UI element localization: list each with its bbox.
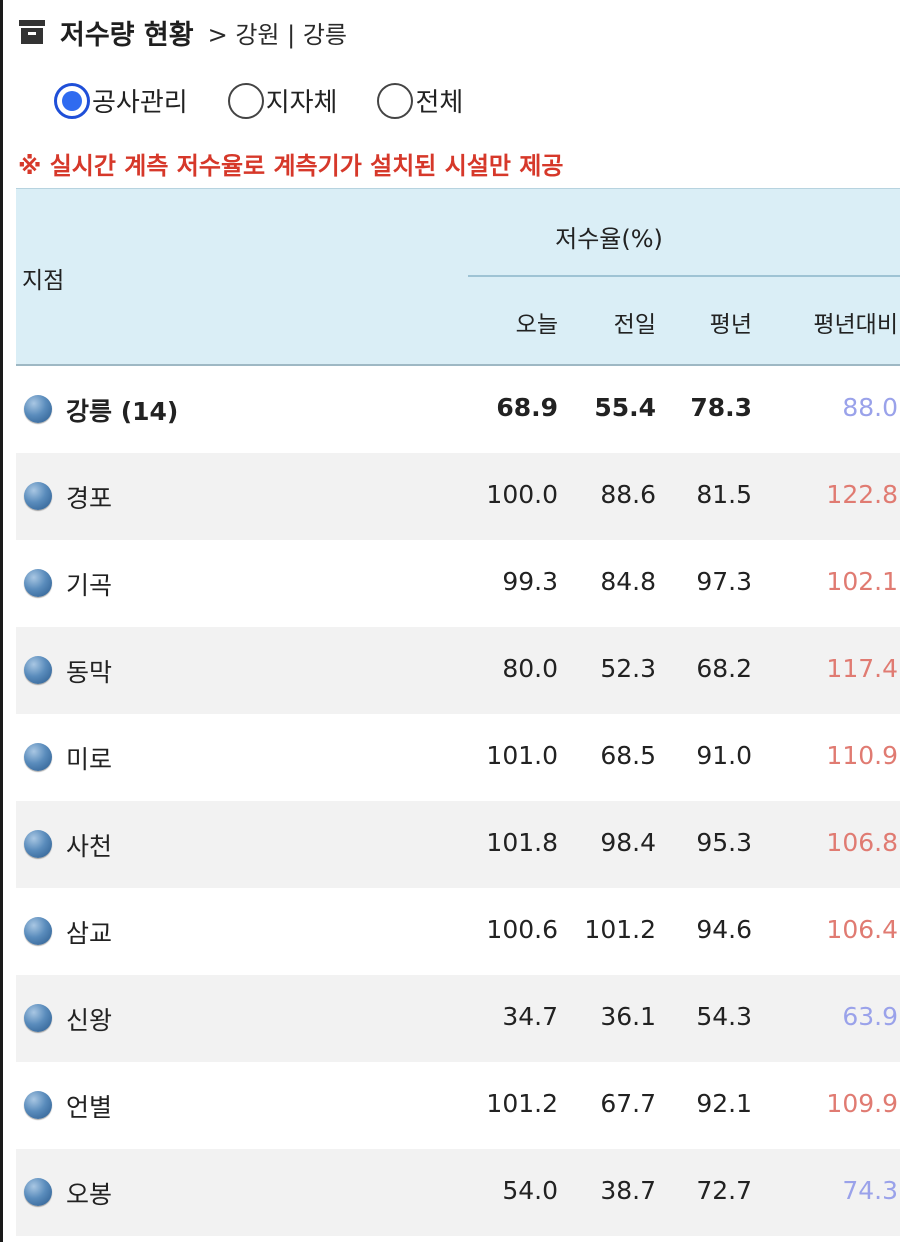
table-row[interactable]: 기곡 99.3 84.8 97.3 102.1 [16,540,900,627]
column-header-ratio: 평년대비 [813,312,898,338]
table-row[interactable]: 오봉 54.0 38.7 72.7 74.3 [16,1149,900,1236]
previous-day-value: 98.4 [600,828,656,857]
station-dot-icon [24,569,52,597]
ratio-value: 102.1 [826,567,898,596]
ratio-value: 74.3 [842,1176,898,1205]
previous-day-value: 67.7 [600,1089,656,1118]
ratio-value: 122.8 [826,480,898,509]
ratio-value: 110.9 [826,741,898,770]
normal-year-value: 92.1 [696,1089,752,1118]
station-dot-icon [24,830,52,858]
realtime-notice: ※ 실시간 계측 저수율로 계측기가 설치된 시설만 제공 [18,152,564,180]
previous-day-value: 88.6 [600,480,656,509]
page-header: 저수량 현황 > 강원 | 강릉 [18,8,347,56]
radio-option-kwater[interactable]: 공사관리 [54,82,188,119]
normal-year-value: 95.3 [696,828,752,857]
previous-day-value: 55.4 [594,393,656,422]
site-name: 삼교 [66,919,113,948]
column-group-header: 저수율(%) [468,189,900,277]
site-name: 미로 [66,745,113,774]
table-row[interactable]: 동막 80.0 52.3 68.2 117.4 [16,627,900,714]
station-dot-icon [24,743,52,771]
today-value: 101.2 [486,1089,558,1118]
radio-selected-icon[interactable] [54,82,90,119]
station-dot-icon [24,1091,52,1119]
previous-day-value: 36.1 [600,1002,656,1031]
column-header-normal-year: 평년 [709,312,752,338]
radio-unselected-icon[interactable] [227,82,264,119]
ratio-value: 106.8 [826,828,898,857]
station-dot-icon [24,1178,52,1206]
radio-label: 전체 [415,88,464,118]
site-name: 경포 [66,484,113,513]
ratio-value: 63.9 [842,1002,898,1031]
ratio-value: 117.4 [826,654,898,683]
column-group-label: 저수율(%) [555,225,663,253]
today-value: 100.6 [486,915,558,944]
station-dot-icon [24,1004,52,1032]
ratio-value: 109.9 [826,1089,898,1118]
station-dot-icon [24,482,52,510]
table-header: 지점 저수율(%) 오늘 전일 평년 평년대비 [16,188,900,366]
site-name: 동막 [66,658,113,687]
site-name: 기곡 [66,571,113,600]
previous-day-value: 38.7 [600,1176,656,1205]
column-header-previous-day: 전일 [613,312,656,338]
station-dot-icon [24,395,52,423]
today-value: 68.9 [496,393,558,422]
column-header-site: 지점 [22,268,65,294]
radio-unselected-icon[interactable] [377,82,414,119]
table-row[interactable]: 미로 101.0 68.5 91.0 110.9 [16,714,900,801]
previous-day-value: 84.8 [600,567,656,596]
today-value: 100.0 [486,480,558,509]
table-row[interactable]: 신왕 34.7 36.1 54.3 63.9 [16,975,900,1062]
radio-label: 공사관리 [92,88,188,118]
normal-year-value: 72.7 [696,1176,752,1205]
site-name: 언별 [66,1093,113,1122]
ratio-value: 106.4 [826,915,898,944]
table-row[interactable]: 경포 100.0 88.6 81.5 122.8 [16,453,900,540]
site-name: 사천 [66,832,113,861]
station-dot-icon [24,917,52,945]
today-value: 101.0 [486,741,558,770]
normal-year-value: 81.5 [696,480,752,509]
previous-day-value: 101.2 [584,915,656,944]
radio-label: 지자체 [265,88,338,118]
storage-table: 지점 저수율(%) 오늘 전일 평년 평년대비 강릉 (14) 68.9 55.… [16,188,900,1236]
radio-option-local-government[interactable]: 지자체 [227,82,338,119]
today-value: 101.8 [486,828,558,857]
column-header-today: 오늘 [515,312,558,338]
site-name: 신왕 [66,1006,113,1035]
page-title: 저수량 현황 [60,19,194,51]
normal-year-value: 97.3 [696,567,752,596]
today-value: 99.3 [502,567,558,596]
table-row[interactable]: 사천 101.8 98.4 95.3 106.8 [16,801,900,888]
previous-day-value: 68.5 [600,741,656,770]
archive-box-icon [18,19,46,45]
summary-row[interactable]: 강릉 (14) 68.9 55.4 78.3 88.0 [16,366,900,453]
normal-year-value: 68.2 [696,654,752,683]
manager-filter: 공사관리 지자체 전체 [54,82,503,119]
normal-year-value: 91.0 [696,741,752,770]
left-edge-rule [0,0,3,1242]
normal-year-value: 94.6 [696,915,752,944]
site-name: 오봉 [66,1180,113,1209]
today-value: 34.7 [502,1002,558,1031]
table-row[interactable]: 삼교 100.6 101.2 94.6 106.4 [16,888,900,975]
table-row[interactable]: 언별 101.2 67.7 92.1 109.9 [16,1062,900,1149]
today-value: 80.0 [502,654,558,683]
radio-option-all[interactable]: 전체 [377,82,463,119]
previous-day-value: 52.3 [600,654,656,683]
station-dot-icon [24,656,52,684]
site-name: 강릉 (14) [66,397,179,426]
breadcrumb[interactable]: > 강원 | 강릉 [208,15,347,50]
normal-year-value: 78.3 [690,393,752,422]
today-value: 54.0 [502,1176,558,1205]
ratio-value: 88.0 [842,393,898,422]
normal-year-value: 54.3 [696,1002,752,1031]
